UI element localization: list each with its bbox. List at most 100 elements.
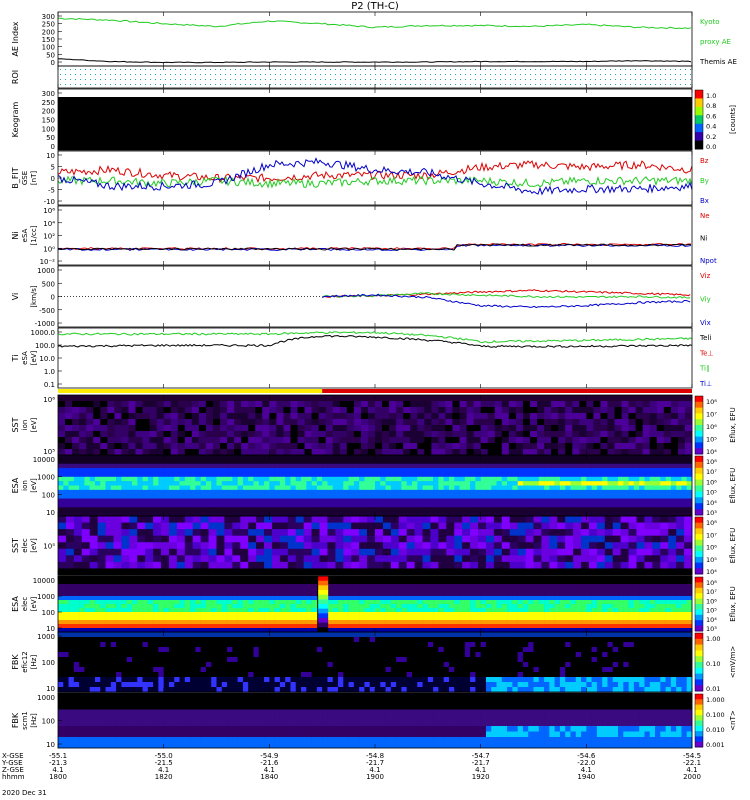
- roi-dot: [115, 69, 116, 70]
- esa_e-cell: [126, 612, 133, 617]
- roi-dot: [660, 79, 661, 80]
- esa_i-cell: [417, 502, 423, 508]
- esa_i-cell: [676, 463, 682, 469]
- esa_i-cell: [533, 468, 540, 473]
- esa_e-cell: [147, 600, 154, 605]
- esa_i-cell: [559, 485, 566, 491]
- sst_i-cell: [241, 419, 249, 426]
- roi-dot: [555, 69, 556, 70]
- esa_i-cell: [544, 489, 550, 495]
- esa_e-cell: [306, 604, 312, 609]
- sst_e-cell: [668, 529, 677, 536]
- esa_i-cell: [105, 481, 112, 486]
- esa_i-cell: [359, 455, 365, 460]
- sst_i-cell: [346, 443, 355, 450]
- esa_e-cell: [390, 624, 397, 629]
- sst_i-cell: [297, 419, 305, 426]
- sst_e-cell: [517, 522, 526, 530]
- sst_e-cell: [501, 522, 511, 530]
- esa_e-cell: [200, 576, 207, 581]
- esa_i-cell: [644, 481, 651, 486]
- sst_i-cell: [445, 443, 453, 450]
- sst_e-cell: [422, 542, 431, 550]
- esa_i-cell: [380, 468, 386, 473]
- sst_i-cell: [572, 407, 580, 414]
- sst_e-cell: [184, 542, 194, 550]
- sst_e-cell: [517, 516, 526, 523]
- esa_i-cell: [417, 494, 423, 499]
- esa_i-cell: [655, 468, 661, 473]
- esa_i-cell: [639, 463, 645, 469]
- sst_e-cell: [644, 516, 653, 523]
- esa_e-cell: [110, 612, 117, 617]
- esa_e-cell: [274, 596, 281, 601]
- esa_e-cell: [205, 580, 212, 585]
- esa_i-cell: [174, 498, 180, 504]
- esa_i-cell: [559, 455, 566, 460]
- esa_i-cell: [496, 494, 503, 499]
- sst_i-cell: [565, 413, 573, 420]
- sst_i-cell: [459, 401, 467, 408]
- vi-series-0: [321, 289, 691, 298]
- esa_e-cell: [279, 608, 286, 613]
- roi-dot: [285, 74, 286, 75]
- esa_e-cell: [116, 600, 122, 605]
- sst_i-cell: [177, 395, 186, 402]
- sst_i-cell: [276, 425, 284, 432]
- esa_e-cell: [174, 616, 180, 621]
- esa_e-cell: [279, 612, 286, 617]
- esa_i-cell: [549, 481, 555, 486]
- esa_e-cell: [359, 588, 365, 593]
- roi-dot: [255, 69, 256, 70]
- sst_e-cell: [549, 542, 558, 550]
- sst_e-cell: [541, 561, 550, 569]
- sst_e-cell: [65, 548, 75, 556]
- esa_i-cell: [565, 476, 571, 482]
- esa_i-cell: [655, 463, 661, 469]
- roi-dot: [260, 69, 261, 70]
- esa_e-cell: [105, 600, 112, 605]
- esa_e-cell: [227, 576, 233, 581]
- esa_i-cell: [89, 481, 96, 486]
- sst_i-cell: [684, 401, 693, 408]
- esa_i-cell: [147, 485, 154, 491]
- sst_i-cell: [255, 437, 263, 444]
- esa_i-cell: [94, 489, 101, 495]
- esa_e-cell: [200, 592, 207, 597]
- sst_e-cell: [271, 522, 281, 530]
- esa_e-cell: [401, 616, 407, 621]
- sst_e-cell: [176, 568, 186, 576]
- esa_i-cell: [485, 502, 492, 508]
- esa_i-cell: [644, 463, 651, 469]
- sst_i-cell: [544, 437, 552, 444]
- sst_e-cell: [129, 529, 138, 536]
- roi-dot: [325, 79, 326, 80]
- sst_i-cell: [389, 437, 397, 444]
- sst_i-cell: [684, 419, 693, 426]
- esa_i-cell: [190, 481, 196, 486]
- esa_e-cell: [290, 624, 297, 629]
- esa_i-cell: [353, 455, 360, 460]
- esa_e-cell: [174, 576, 180, 581]
- esa_e-cell: [380, 576, 386, 581]
- esa_i-cell: [401, 463, 407, 469]
- esa_i-cell: [623, 498, 629, 504]
- esa_i-cell: [179, 472, 186, 478]
- esa_e-cell: [73, 584, 80, 589]
- sst_i-cell: [586, 419, 594, 426]
- sst_i-cell: [522, 449, 531, 456]
- roi-dot: [650, 84, 651, 85]
- esa_i-cell: [596, 472, 603, 478]
- roi-dot: [400, 74, 401, 75]
- esa_e-cell: [205, 596, 212, 601]
- roi-dot: [620, 79, 621, 80]
- esa_i-cell: [591, 459, 598, 465]
- roi-dot: [275, 74, 276, 75]
- esa_i-cell: [570, 489, 577, 495]
- roi-dot: [470, 84, 471, 85]
- esa_e-cell: [58, 616, 64, 621]
- roi-dot: [465, 84, 466, 85]
- sst_e-cell: [612, 516, 621, 523]
- keogram-cb-tick: 0.4: [706, 123, 716, 131]
- sst_i-cell: [389, 395, 397, 402]
